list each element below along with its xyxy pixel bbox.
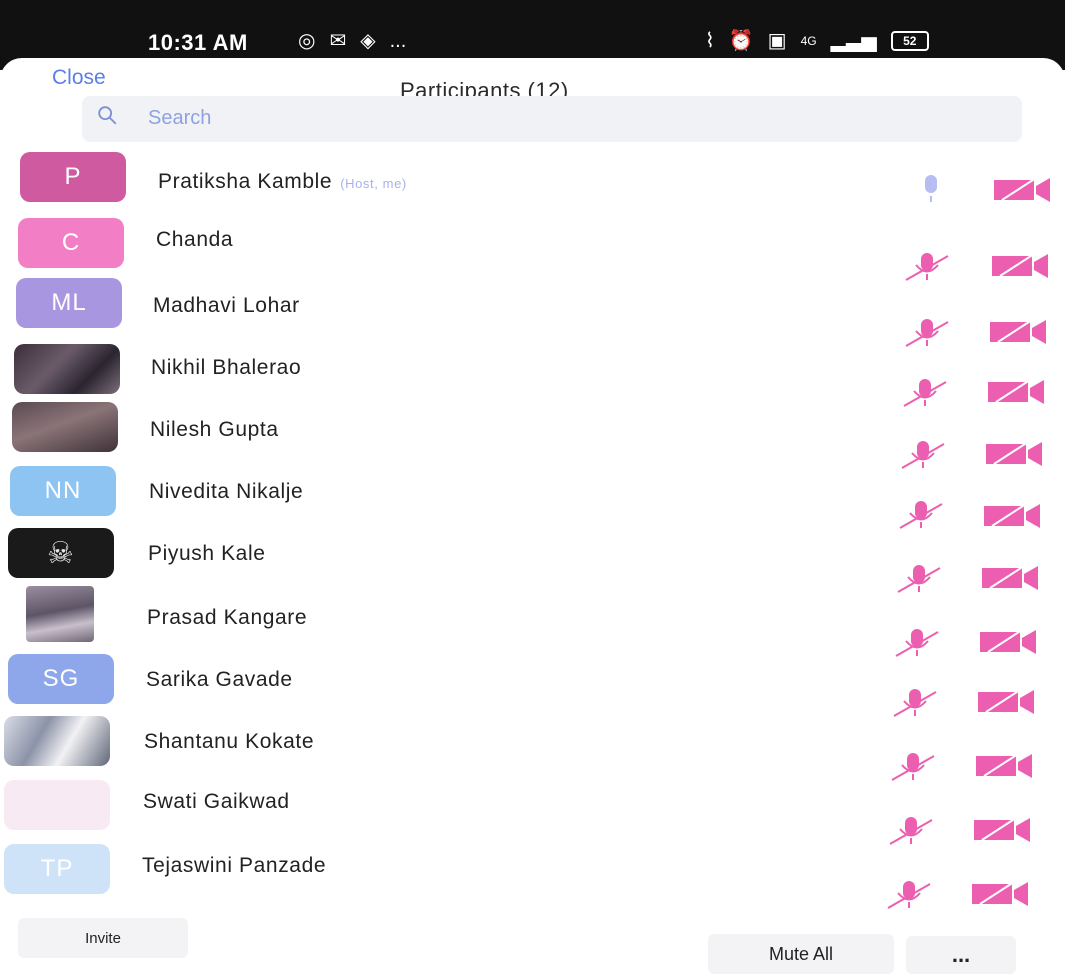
participants-sheet: Close Participants (12) P Pratiksha Kamb… [0,58,1065,974]
gmail-icon: ✉ [329,30,347,52]
more-notifications-text: ... [389,30,407,52]
avatar-initials: ML [51,289,87,316]
participant-row[interactable]: SG Sarika Gavade [0,648,1065,717]
microphone-icon[interactable] [908,172,954,206]
avatar [4,780,110,830]
participant-name: Nilesh Gupta [150,418,279,441]
participant-name: Madhavi Lohar [153,294,300,317]
avatar: P [20,152,126,202]
mute-all-button[interactable]: Mute All [708,934,894,974]
participant-name: Prasad Kangare [147,606,308,629]
participant-name: Swati Gaikwad [143,790,290,813]
participant-row[interactable]: ML Madhavi Lohar [0,276,1065,347]
avatar-photo [26,586,94,642]
participant-row[interactable]: C Chanda [0,214,1065,281]
invite-button[interactable]: Invite [18,918,188,958]
close-button[interactable]: Close [52,66,106,90]
participant-name: Shantanu Kokate [144,730,315,753]
participant-row[interactable]: Swati Gaikwad [0,772,1065,845]
shield-icon: ◈ [360,30,376,52]
bottom-toolbar: Invite Mute All ... [0,910,1065,974]
avatar: TP [4,844,110,894]
participant-name: Tejaswini Panzade [142,854,327,877]
participant-name: Piyush Kale [148,542,266,565]
avatar-initials: TP [40,855,74,882]
video-off-icon[interactable] [992,174,1052,204]
participant-row[interactable]: TP Tejaswini Panzade [0,834,1065,909]
participant-name: Chanda [156,228,234,251]
avatar-initials: NN [44,477,82,504]
search-icon [98,106,117,125]
avatar-initials: C [61,229,81,256]
alarm-icon: ⏰ [728,30,754,52]
participant-row[interactable]: ☠ Piyush Kale [0,524,1065,593]
participant-name: Nivedita Nikalje [149,480,304,503]
status-time: 10:31 AM [148,30,248,55]
participant-row[interactable]: Nilesh Gupta [0,400,1065,469]
network-label: 4G [800,34,817,48]
microphone-muted-icon[interactable] [886,878,932,912]
participant-name-text: Pratiksha Kamble [158,170,333,193]
avatar: ML [16,278,122,328]
skull-icon: ☠ [47,536,75,570]
avatar-initials: SG [42,665,80,692]
participant-name: Nikhil Bhalerao [151,356,302,379]
avatar-photo [12,402,118,452]
avatar-photo: ☠ [8,528,114,578]
status-right-icons: ⌇ ⏰ ▣ 4G ▂▃▅ 52 [705,29,929,53]
video-off-icon[interactable] [970,878,1030,908]
avatar-photo [4,716,110,766]
host-tag: (Host, me) [340,176,407,191]
vibrate-icon: ⌇ [705,30,715,52]
more-options-button[interactable]: ... [906,936,1016,974]
avatar: C [18,218,124,268]
avatar-photo [14,344,120,394]
avatar-initials: P [64,163,82,190]
search-input[interactable] [148,104,748,132]
participant-name: Sarika Gavade [146,668,293,691]
signal-icon: ▂▃▅ [830,30,877,52]
avatar: SG [8,654,114,704]
search-bar[interactable] [82,96,1022,142]
avatar: NN [10,466,116,516]
whatsapp-icon: ◎ [298,30,316,52]
participant-row[interactable]: Nikhil Bhalerao [0,338,1065,407]
status-left-icons: ◎ ✉ ◈ ... [298,29,406,53]
participant-row[interactable]: P Pratiksha Kamble (Host, me) [0,148,1065,210]
participant-name: Pratiksha Kamble (Host, me) [158,170,407,194]
participant-row[interactable]: Shantanu Kokate [0,710,1065,781]
battery-icon: 52 [890,31,929,51]
participant-row[interactable]: Prasad Kangare [0,586,1065,657]
participant-row[interactable]: NN Nivedita Nikalje [0,462,1065,529]
volte-icon: ▣ [767,30,787,52]
